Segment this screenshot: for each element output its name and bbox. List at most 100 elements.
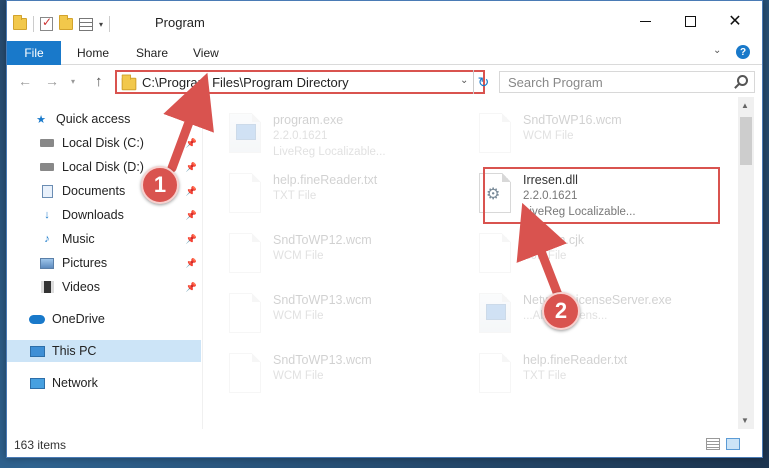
file-item[interactable]: SndToWP12.wcm WCM File: [215, 225, 450, 283]
file-name: SndToWP16.wcm: [523, 113, 622, 127]
file-item[interactable]: help.fineReader.txt TXT File: [215, 165, 450, 223]
sidebar-item-onedrive[interactable]: OneDrive: [7, 308, 201, 330]
sidebar-item-label: This PC: [52, 344, 97, 358]
sidebar-item-label: Network: [52, 376, 98, 390]
file-detail: TXT File: [523, 370, 567, 382]
file-item[interactable]: program.exe 2.2.0.1621 LiveReg Localizab…: [215, 105, 450, 163]
vertical-scrollbar[interactable]: ▲ ▼: [738, 97, 754, 429]
sidebar-item-downloads[interactable]: ↓ Downloads 📌: [7, 204, 201, 226]
sidebar-item-pictures[interactable]: Pictures 📌: [7, 252, 201, 274]
file-item[interactable]: SndToWP13.wcm WCM File: [215, 345, 450, 403]
navigation-pane: ★ Quick access Local Disk (C:) 📌 Local D…: [7, 101, 203, 429]
tab-file[interactable]: File: [7, 41, 61, 65]
folder-icon: [13, 15, 27, 30]
sidebar-item-label: Pictures: [62, 256, 108, 270]
file-icon: [479, 353, 511, 393]
tab-share[interactable]: Share: [136, 41, 168, 65]
large-icons-view-icon[interactable]: [726, 438, 740, 450]
cloud-icon: [29, 312, 45, 326]
items-count: 163 items: [14, 438, 67, 452]
window-title: Program: [155, 15, 205, 30]
file-item[interactable]: NetworkLicenseServer.exe ...Abook licens…: [465, 285, 700, 343]
address-bar[interactable]: C:\Program Files\Program Directory ⌄ ↻: [115, 70, 489, 94]
up-button[interactable]: ↑: [95, 73, 103, 90]
title-bar: ▾ Program ✕: [7, 1, 762, 41]
sidebar-item-local-disk-c[interactable]: Local Disk (C:) 📌: [7, 132, 201, 154]
file-icon: [229, 233, 261, 273]
sidebar-item-videos[interactable]: Videos 📌: [7, 276, 201, 298]
file-detail: WCM File: [273, 310, 324, 322]
sidebar-item-label: Local Disk (C:): [62, 136, 144, 150]
file-name: help.fineReader.txt: [523, 353, 628, 367]
toolbar-divider: [109, 16, 111, 32]
status-bar: 163 items: [7, 433, 762, 457]
videos-icon: [39, 280, 55, 294]
file-name: program.exe: [273, 113, 344, 127]
drive-icon: [39, 160, 55, 174]
sidebar-item-label: OneDrive: [52, 312, 105, 326]
search-placeholder: Search Program: [508, 74, 603, 90]
refresh-button[interactable]: ↻: [473, 70, 493, 94]
address-path[interactable]: C:\Program Files\Program Directory: [142, 75, 349, 90]
star-icon: ★: [36, 113, 46, 126]
file-icon: [479, 233, 511, 273]
computer-icon: [29, 344, 45, 358]
address-dropdown-icon[interactable]: ⌄: [460, 75, 468, 86]
maximize-icon: [684, 15, 696, 27]
sidebar-item-quick-access[interactable]: ★ Quick access: [7, 108, 201, 130]
back-button[interactable]: ←: [18, 73, 32, 89]
file-icon: [229, 173, 261, 213]
navigation-bar: ← → ▾ ↑ C:\Program Files\Program Directo…: [7, 67, 762, 97]
scroll-up-icon[interactable]: ▲: [741, 101, 749, 110]
file-item[interactable]: help.fineReader.txt TXT File: [465, 345, 700, 403]
pin-icon: 📌: [185, 210, 197, 220]
file-name: ...Xcom.cjk: [523, 233, 585, 247]
tab-home[interactable]: Home: [77, 41, 109, 65]
network-icon: [29, 376, 45, 390]
sidebar-item-this-pc[interactable]: This PC: [7, 340, 201, 362]
forward-button[interactable]: →: [45, 73, 59, 89]
search-input[interactable]: Search Program: [499, 71, 755, 93]
sidebar-item-label: Videos: [62, 280, 100, 294]
music-icon: ♪: [44, 233, 50, 245]
file-item[interactable]: ...Xcom.cjk CJK File: [465, 225, 700, 283]
folder-icon: [121, 74, 137, 90]
file-name: help.fineReader.txt: [273, 173, 378, 187]
chevron-down-icon[interactable]: ▾: [99, 20, 103, 29]
file-detail: TXT File: [273, 190, 317, 202]
pin-icon: 📌: [185, 138, 197, 148]
file-name: SndToWP12.wcm: [273, 233, 372, 247]
file-detail: 2.2.0.1621: [273, 130, 328, 142]
scroll-down-icon[interactable]: ▼: [741, 416, 749, 425]
maximize-button[interactable]: [670, 7, 710, 35]
expand-ribbon-icon[interactable]: ⌄: [713, 45, 721, 56]
properties-check-icon[interactable]: [40, 15, 53, 31]
file-item[interactable]: SndToWP16.wcm WCM File: [465, 105, 700, 163]
pin-icon: 📌: [185, 162, 197, 172]
close-button[interactable]: ✕: [715, 7, 755, 35]
explorer-window: ▾ Program ✕ File Home Share View ⌄ ? ← →…: [6, 0, 763, 458]
search-icon: [737, 75, 748, 86]
help-icon[interactable]: ?: [736, 45, 750, 59]
sidebar-item-label: Downloads: [62, 208, 124, 222]
pin-icon: 📌: [185, 258, 197, 268]
step-1-badge: 1: [141, 166, 179, 204]
minimize-button[interactable]: [625, 7, 665, 35]
new-folder-icon[interactable]: [59, 15, 73, 30]
sidebar-item-network[interactable]: Network: [7, 372, 201, 394]
minimize-icon: [639, 20, 651, 22]
details-view-icon[interactable]: [706, 438, 720, 450]
sidebar-item-label: Documents: [62, 184, 126, 198]
file-list: program.exe 2.2.0.1621 LiveReg Localizab…: [215, 101, 735, 429]
file-item[interactable]: SndToWP13.wcm WCM File: [215, 285, 450, 343]
file-detail: WCM File: [523, 130, 574, 142]
customize-toolbar-icon[interactable]: [79, 17, 93, 31]
step-2-badge: 2: [542, 292, 580, 330]
sidebar-item-music[interactable]: ♪ Music 📌: [7, 228, 201, 250]
pin-icon: 📌: [185, 186, 197, 196]
scroll-thumb[interactable]: [740, 117, 752, 165]
recent-locations-button[interactable]: ▾: [71, 77, 75, 86]
pictures-icon: [39, 256, 55, 270]
tab-view[interactable]: View: [193, 41, 219, 65]
file-detail: WCM File: [273, 250, 324, 262]
